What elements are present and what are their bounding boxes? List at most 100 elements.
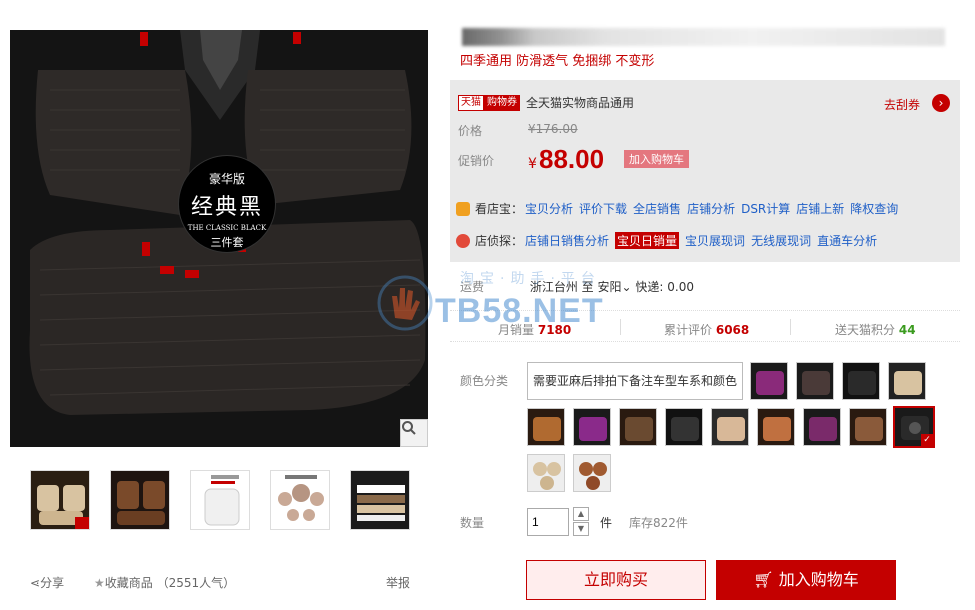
color-swatch-13-selected[interactable]: ✓ — [893, 406, 935, 448]
share-icon: ⋖ — [30, 576, 41, 590]
kandianbao-tools: 看店宝： 宝贝分析 评价下载 全店销售 店铺分析 DSR计算 店铺上新 降权查询 — [456, 200, 904, 217]
thumbnail-strip — [30, 470, 410, 530]
ship-to: 安阳 — [597, 280, 622, 294]
color-swatch-2[interactable] — [796, 362, 834, 400]
thumbnail-5[interactable] — [350, 470, 410, 530]
color-swatch-1[interactable] — [750, 362, 788, 400]
tmall-points-value: 44 — [898, 323, 916, 337]
color-label: 颜色分类 — [460, 374, 509, 388]
monthly-sales: 月销量 7180 — [498, 321, 571, 338]
product-title-blurred — [462, 28, 945, 46]
tool-link-baobei-analysis[interactable]: 宝贝分析 — [525, 200, 573, 217]
tmall-points-label: 送天猫积分 — [835, 323, 896, 337]
mail-icon — [456, 201, 470, 216]
voucher-tag: 购物券 — [484, 94, 520, 111]
promo-price-label: 促销价 — [458, 154, 495, 168]
badge-edition: 豪华版 — [208, 172, 245, 186]
kandianbao-head: 看店宝： — [475, 202, 524, 216]
chevron-right-icon[interactable]: › — [932, 94, 950, 112]
tool-link-wireless-words[interactable]: 无线展现词 — [751, 232, 811, 249]
currency-symbol: ¥ — [528, 156, 537, 172]
ship-from: 浙江台州 — [529, 280, 578, 294]
main-product-image[interactable]: 豪华版 经典黑 THE CLASSIC BLACK 三件套 — [10, 30, 428, 447]
share-link[interactable]: ⋖ 分享 — [30, 574, 64, 591]
tool-link-dsr[interactable]: DSR计算 — [741, 200, 790, 217]
quantity-unit: 件 — [600, 516, 613, 530]
tool-link-ztc[interactable]: 直通车分析 — [817, 232, 877, 249]
review-count[interactable]: 累计评价 6068 — [664, 321, 749, 338]
badge-english: THE CLASSIC BLACK — [187, 224, 267, 232]
color-swatch-10[interactable] — [757, 408, 795, 446]
ship-to-prefix: 至 — [581, 280, 594, 294]
review-count-value: 6068 — [715, 323, 750, 337]
tmall-points: 送天猫积分 44 — [835, 321, 916, 338]
tool-link-display-words[interactable]: 宝贝展现词 — [685, 232, 745, 249]
favorite-count: （2551人气） — [156, 576, 236, 590]
thumbnail-4[interactable] — [270, 470, 330, 530]
color-swatch-8[interactable] — [665, 408, 703, 446]
color-swatch-15[interactable] — [573, 454, 611, 492]
ship-to-select[interactable]: 安阳⌄ — [598, 280, 632, 294]
promo-price: 88.00 — [539, 144, 605, 174]
coupon-row: 天猫 购物券 全天猫实物商品通用 — [458, 94, 634, 111]
thumbnail-1[interactable] — [30, 470, 90, 530]
favorite-label: 收藏商品 — [104, 576, 153, 590]
stock-count: 库存822件 — [629, 516, 688, 530]
zoom-button[interactable] — [400, 419, 428, 447]
cart-icon: 🛒︎ — [753, 570, 779, 589]
add-to-cart-button[interactable]: 🛒︎ 加入购物车 — [716, 560, 896, 600]
get-coupon-link[interactable]: 去刮券 — [884, 96, 920, 113]
shipping-fee: 快递: 0.00 — [635, 280, 694, 294]
color-swatch-7[interactable] — [619, 408, 657, 446]
star-icon: ★ — [94, 576, 105, 590]
quantity-decrease-button[interactable]: ▼ — [573, 522, 589, 536]
price-panel: 天猫 购物券 全天猫实物商品通用 去刮券 › 价格 ¥176.00 促销价 ¥ … — [450, 80, 960, 262]
color-swatch-4[interactable] — [888, 362, 926, 400]
tool-link-store-analysis[interactable]: 店铺分析 — [687, 200, 735, 217]
color-swatch-3[interactable] — [842, 362, 880, 400]
thumbnail-2[interactable] — [110, 470, 170, 530]
color-swatch-5[interactable] — [527, 408, 565, 446]
color-swatch-6[interactable] — [573, 408, 611, 446]
tool-link-daily-item-sales[interactable]: 宝贝日销量 — [615, 232, 680, 249]
thumbnail-3[interactable] — [190, 470, 250, 530]
original-price: ¥176.00 — [528, 122, 578, 136]
buy-now-button[interactable]: 立即购买 — [526, 560, 706, 600]
edition-badge: 豪华版 经典黑 THE CLASSIC BLACK 三件套 — [178, 155, 276, 253]
tool-link-store-sales[interactable]: 全店销售 — [633, 200, 681, 217]
coupon-text: 全天猫实物商品通用 — [526, 96, 635, 110]
color-swatch-14[interactable] — [527, 454, 565, 492]
share-label: 分享 — [40, 576, 65, 590]
tool-link-new-items[interactable]: 店铺上新 — [796, 200, 844, 217]
color-swatch-11[interactable] — [803, 408, 841, 446]
add-to-cart-label: 加入购物车 — [778, 570, 859, 589]
diantan-tools: 店侦探： 店铺日销售分析 宝贝日销量 宝贝展现词 无线展现词 直通车分析 — [456, 232, 883, 249]
tool-link-daily-store-sales[interactable]: 店铺日销售分析 — [525, 232, 609, 249]
add-cart-tag[interactable]: 加入购物车 — [624, 150, 689, 168]
divider — [620, 319, 621, 335]
color-swatch-12[interactable] — [849, 408, 887, 446]
divider — [790, 319, 791, 335]
quantity-increase-button[interactable]: ▲ — [573, 507, 589, 521]
product-subtitle: 四季通用 防滑透气 免捆绑 不变形 — [460, 54, 655, 69]
tool-link-demotion[interactable]: 降权查询 — [850, 200, 898, 217]
checkmark-icon: ✓ — [921, 434, 933, 446]
quantity-input[interactable] — [527, 508, 569, 536]
badge-set: 三件套 — [210, 236, 244, 249]
shipping-row: 运费 浙江台州 至 安阳⌄ 快递: 0.00 — [460, 278, 694, 295]
monthly-sales-label: 月销量 — [498, 323, 535, 337]
color-option-text[interactable]: 需要亚麻后排拍下备注车型车系和颜色 — [527, 362, 743, 400]
monthly-sales-value: 7180 — [537, 323, 572, 337]
detective-icon — [456, 233, 470, 248]
favorite-link[interactable]: ★ 收藏商品 （2551人气） — [94, 574, 235, 591]
diantan-head: 店侦探： — [475, 234, 524, 248]
price-label: 价格 — [458, 124, 483, 138]
review-count-label: 累计评价 — [664, 323, 713, 337]
shipping-label: 运费 — [460, 280, 485, 294]
chevron-down-icon: ⌄ — [621, 280, 632, 294]
tool-link-review-download[interactable]: 评价下载 — [579, 200, 627, 217]
tmall-tag: 天猫 — [458, 94, 484, 111]
color-swatch-9[interactable] — [711, 408, 749, 446]
badge-name: 经典黑 — [190, 195, 263, 220]
report-link[interactable]: 举报 — [386, 574, 410, 591]
